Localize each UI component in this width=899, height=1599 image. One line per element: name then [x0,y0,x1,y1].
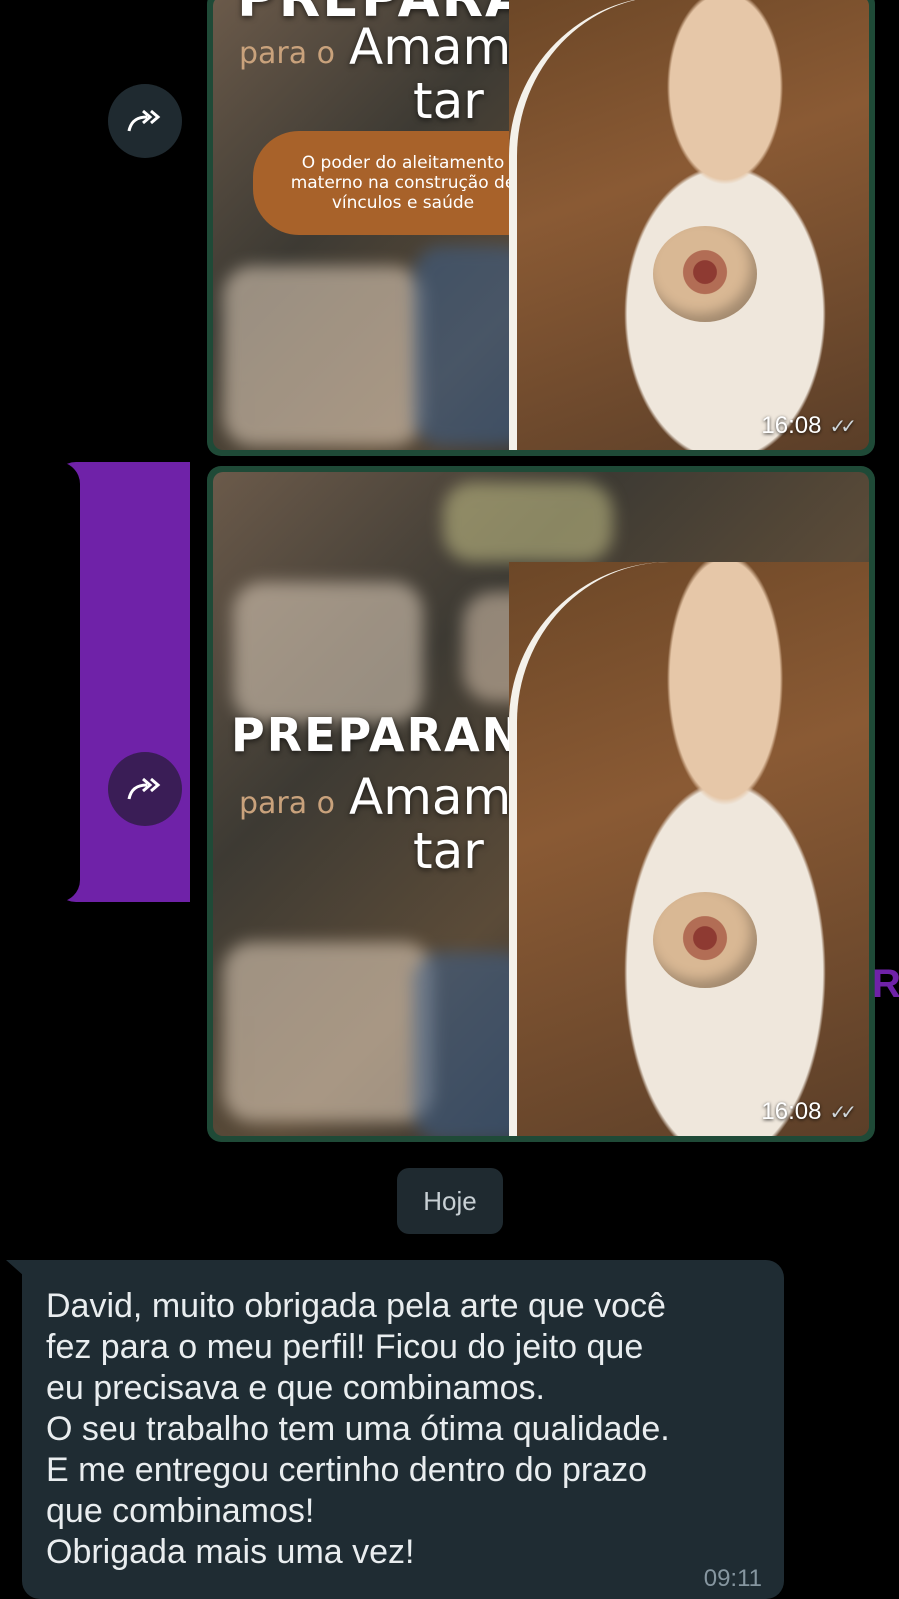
post-image: PREPARANDO para o Amamen tar O poder do … [213,0,869,450]
message-timestamp: 16:08 ✓✓ [761,1098,856,1126]
forward-button[interactable] [108,84,182,158]
crochet-breast-model [653,892,757,988]
double-check-icon: ✓✓ [829,1101,856,1124]
photo-cutout-frame [509,562,869,1136]
message-line: fez para o meu perfil! Ficou do jeito qu… [46,1328,644,1366]
forward-button[interactable] [108,752,182,826]
incoming-message[interactable]: David, muito obrigada pela arte que você… [22,1260,784,1599]
image-subtitle-tar: tar [413,72,484,130]
post-image: PREPARANDO para o Amamen tar 16:08 ✓✓ [213,472,869,1136]
message-line: Obrigada mais uma vez! [46,1533,415,1571]
message-line: O seu trabalho tem uma ótima qualidade. [46,1410,670,1448]
image-subtitle-para-o: para o [239,36,336,71]
image-message[interactable]: PREPARANDO para o Amamen tar 16:08 ✓✓ [207,466,875,1142]
message-line: que combinamos! [46,1492,315,1530]
timestamp-text: 16:08 [761,412,822,439]
photo-cutout-frame [509,0,869,450]
forward-icon [127,777,161,800]
message-line: eu precisava e que combinamos. [46,1369,545,1407]
crochet-breast-model [653,226,757,322]
message-timestamp: 16:08 ✓✓ [761,412,856,440]
image-subtitle-para-o: para o [239,786,336,821]
cropped-edge-letter: R [872,962,899,1006]
date-divider: Hoje [397,1168,503,1234]
message-line: David, muito obrigada pela arte que você [46,1287,666,1325]
image-subtitle-tar: tar [413,822,484,880]
image-caption-pill: O poder do aleitamento materno na constr… [253,131,553,235]
selected-message-highlight [54,462,190,902]
image-message[interactable]: PREPARANDO para o Amamen tar O poder do … [207,0,875,456]
forward-icon [127,109,161,132]
message-time: 09:11 [703,1565,762,1592]
message-line: E me entregou certinho dentro do prazo [46,1451,648,1489]
double-check-icon: ✓✓ [829,415,856,438]
timestamp-text: 16:08 [761,1098,822,1125]
